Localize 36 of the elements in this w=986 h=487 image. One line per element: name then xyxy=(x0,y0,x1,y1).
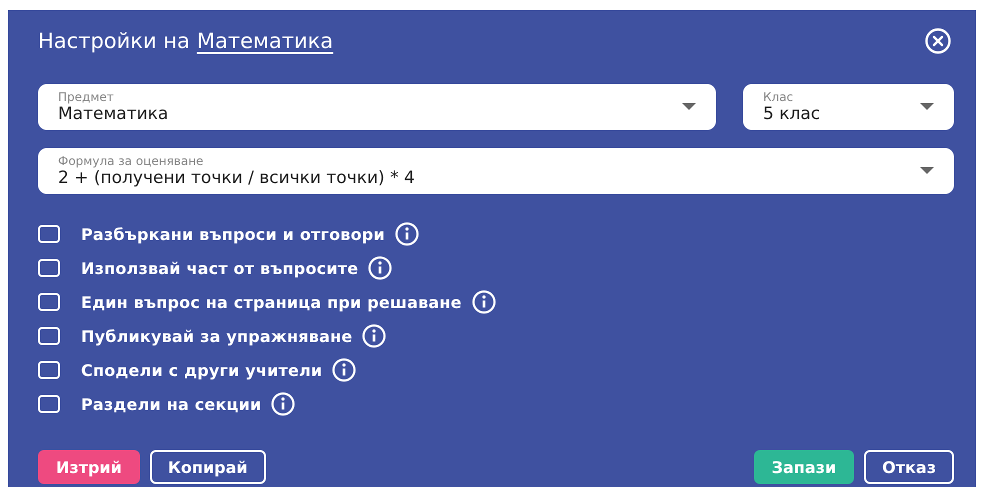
field-value: Математика xyxy=(58,104,168,124)
field-label: Предмет xyxy=(58,90,115,104)
checkbox[interactable] xyxy=(38,327,60,345)
option-label: Един въпрос на страница при решаване xyxy=(81,292,462,312)
caret-icon xyxy=(682,103,696,111)
info-icon[interactable] xyxy=(332,358,356,382)
caret-icon xyxy=(920,103,934,111)
field-label: Клас xyxy=(763,90,794,104)
option-label: Публикувай за упражняване xyxy=(81,326,352,346)
action-button[interactable]: Отказ xyxy=(864,450,954,484)
checkbox[interactable] xyxy=(38,225,60,243)
checkbox[interactable] xyxy=(38,361,60,379)
info-icon[interactable] xyxy=(271,392,296,416)
subject-link[interactable]: Математика xyxy=(196,29,334,53)
option-label: Използвай част от въпросите xyxy=(81,258,358,278)
select-field[interactable]: Клас 5 клас xyxy=(743,84,954,130)
caret-icon xyxy=(920,167,934,175)
info-icon[interactable] xyxy=(394,222,419,246)
select-field[interactable]: Предмет Математика xyxy=(38,84,716,130)
field-label: Формула за оценяване xyxy=(58,154,204,168)
info-icon[interactable] xyxy=(362,324,386,348)
info-icon[interactable] xyxy=(368,256,392,280)
option-label: Разбъркани въпроси и отговори xyxy=(81,224,385,244)
option-label: Сподели с други учители xyxy=(81,360,322,380)
checkbox[interactable] xyxy=(38,293,60,311)
close-icon[interactable] xyxy=(924,27,952,55)
field-value: 2 + (получени точки / всички точки) * 4 xyxy=(58,168,415,188)
checkbox[interactable] xyxy=(38,259,60,277)
checkbox[interactable] xyxy=(38,395,60,413)
select-field[interactable]: Формула за оценяване 2 + (получени точки / всички точки) * 4 xyxy=(38,148,954,194)
info-icon[interactable] xyxy=(472,290,496,314)
action-button[interactable]: Изтрий xyxy=(38,450,140,484)
action-button[interactable]: Копирай xyxy=(150,450,266,484)
option-label: Раздели на секции xyxy=(81,394,262,414)
field-value: 5 клас xyxy=(763,104,820,124)
dialog-title: Настройки на xyxy=(38,29,190,53)
